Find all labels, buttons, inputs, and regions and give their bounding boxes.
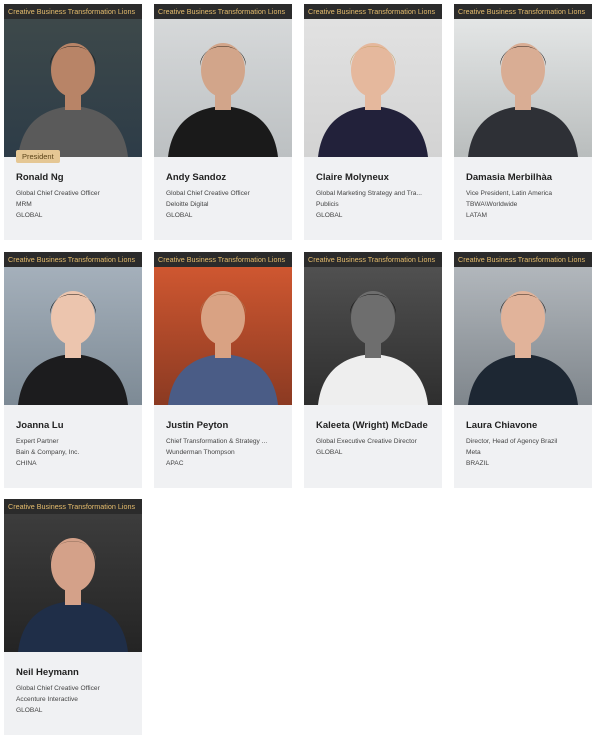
judge-title: Expert Partner xyxy=(16,438,59,445)
category-banner: Creative Business Transformation Lions xyxy=(4,252,142,267)
judge-region: GLOBAL xyxy=(316,212,343,219)
judge-region: CHINA xyxy=(16,460,37,467)
judge-company: Wunderman Thompson xyxy=(166,449,235,456)
judge-region: GLOBAL xyxy=(166,212,193,219)
judge-info: Neil Heymann Global Chief Creative Office… xyxy=(16,666,136,716)
judge-photo[interactable] xyxy=(154,4,292,157)
judge-name[interactable]: Joanna Lu xyxy=(16,419,136,432)
judge-photo[interactable] xyxy=(154,252,292,405)
judge-card[interactable]: Creative Business Transformation Lions Cl… xyxy=(304,4,442,240)
portrait-photo xyxy=(304,4,442,157)
judge-name[interactable]: Kaleeta (Wright) McDade xyxy=(316,419,436,432)
judge-title: Director, Head of Agency Brazil xyxy=(466,438,558,445)
role-badge: President xyxy=(16,150,60,163)
judge-info: Justin Peyton Chief Transformation & Stra… xyxy=(166,419,286,469)
category-banner: Creative Business Transformation Lions xyxy=(454,252,592,267)
judge-title: Chief Transformation & Strategy ... xyxy=(166,438,268,445)
judge-title: Global Executive Creative Director xyxy=(316,438,417,445)
judge-title: Global Chief Creative Officer xyxy=(166,190,250,197)
judge-region: APAC xyxy=(166,460,184,467)
judge-region: GLOBAL xyxy=(16,212,43,219)
judge-info: Andy Sandoz Global Chief Creative Officer… xyxy=(166,171,286,221)
portrait-photo xyxy=(454,4,592,157)
judge-card[interactable]: Creative Business Transformation Lions An… xyxy=(154,4,292,240)
judge-name[interactable]: Claire Molyneux xyxy=(316,171,436,184)
judge-card[interactable]: Creative Business Transformation Lions Ju… xyxy=(154,252,292,488)
judge-info: Ronald Ng Global Chief Creative Officer MR… xyxy=(16,171,136,221)
judge-photo[interactable] xyxy=(4,499,142,652)
judge-card[interactable]: Creative Business Transformation Lions La… xyxy=(454,252,592,488)
portrait-photo xyxy=(4,252,142,405)
portrait-photo xyxy=(154,4,292,157)
judge-card[interactable]: Creative Business Transformation Lions Ne… xyxy=(4,499,142,735)
judge-company: TBWA\Worldwide xyxy=(466,201,518,208)
portrait-photo xyxy=(154,252,292,405)
judge-company: Publicis xyxy=(316,201,339,208)
judge-company: MRM xyxy=(16,201,32,208)
judge-info: Claire Molyneux Global Marketing Strategy… xyxy=(316,171,436,221)
judges-grid: Creative Business Transformation Lions Pr… xyxy=(0,0,597,739)
category-banner: Creative Business Transformation Lions xyxy=(154,4,292,19)
judge-photo[interactable] xyxy=(454,4,592,157)
judge-photo[interactable] xyxy=(304,4,442,157)
judge-photo[interactable] xyxy=(304,252,442,405)
category-banner: Creative Business Transformation Lions xyxy=(304,252,442,267)
judge-title: Vice President, Latin America xyxy=(466,190,553,197)
judge-region: GLOBAL xyxy=(16,707,43,714)
judge-info: Damasia Merbilhàa Vice President, Latin A… xyxy=(466,171,586,221)
judge-name[interactable]: Andy Sandoz xyxy=(166,171,286,184)
category-banner: Creative Business Transformation Lions xyxy=(304,4,442,19)
portrait-photo xyxy=(4,4,142,157)
judge-company: Deloitte Digital xyxy=(166,201,209,208)
judge-name[interactable]: Damasia Merbilhàa xyxy=(466,171,586,184)
judge-name[interactable]: Neil Heymann xyxy=(16,666,136,679)
judge-region: GLOBAL xyxy=(316,449,343,456)
judge-info: Joanna Lu Expert Partner Bain & Company, I… xyxy=(16,419,136,469)
portrait-photo xyxy=(4,499,142,652)
judge-title: Global Marketing Strategy and Tra... xyxy=(316,190,422,197)
judge-region: LATAM xyxy=(466,212,488,219)
judge-card[interactable]: Creative Business Transformation Lions Jo… xyxy=(4,252,142,488)
judge-photo[interactable] xyxy=(4,4,142,157)
judge-info: Kaleeta (Wright) McDade Global Executive … xyxy=(316,419,436,458)
judge-company: Meta xyxy=(466,449,481,456)
judge-info: Laura Chiavone Director, Head of Agency B… xyxy=(466,419,586,469)
judge-name[interactable]: Laura Chiavone xyxy=(466,419,586,432)
portrait-photo xyxy=(304,252,442,405)
category-banner: Creative Business Transformation Lions xyxy=(4,499,142,514)
judge-card[interactable]: Creative Business Transformation Lions Ka… xyxy=(304,252,442,488)
judge-company: Accenture Interactive xyxy=(16,696,78,703)
judge-name[interactable]: Ronald Ng xyxy=(16,171,136,184)
judge-photo[interactable] xyxy=(4,252,142,405)
judge-title: Global Chief Creative Officer xyxy=(16,685,100,692)
judge-card[interactable]: Creative Business Transformation Lions Da… xyxy=(454,4,592,240)
portrait-photo xyxy=(454,252,592,405)
category-banner: Creative Business Transformation Lions xyxy=(454,4,592,19)
category-banner: Creative Business Transformation Lions xyxy=(154,252,292,267)
judge-card[interactable]: Creative Business Transformation Lions Pr… xyxy=(4,4,142,240)
judge-photo[interactable] xyxy=(454,252,592,405)
judge-region: BRAZIL xyxy=(466,460,490,467)
judge-title: Global Chief Creative Officer xyxy=(16,190,100,197)
category-banner: Creative Business Transformation Lions xyxy=(4,4,142,19)
judge-company: Bain & Company, Inc. xyxy=(16,449,80,456)
judge-name[interactable]: Justin Peyton xyxy=(166,419,286,432)
